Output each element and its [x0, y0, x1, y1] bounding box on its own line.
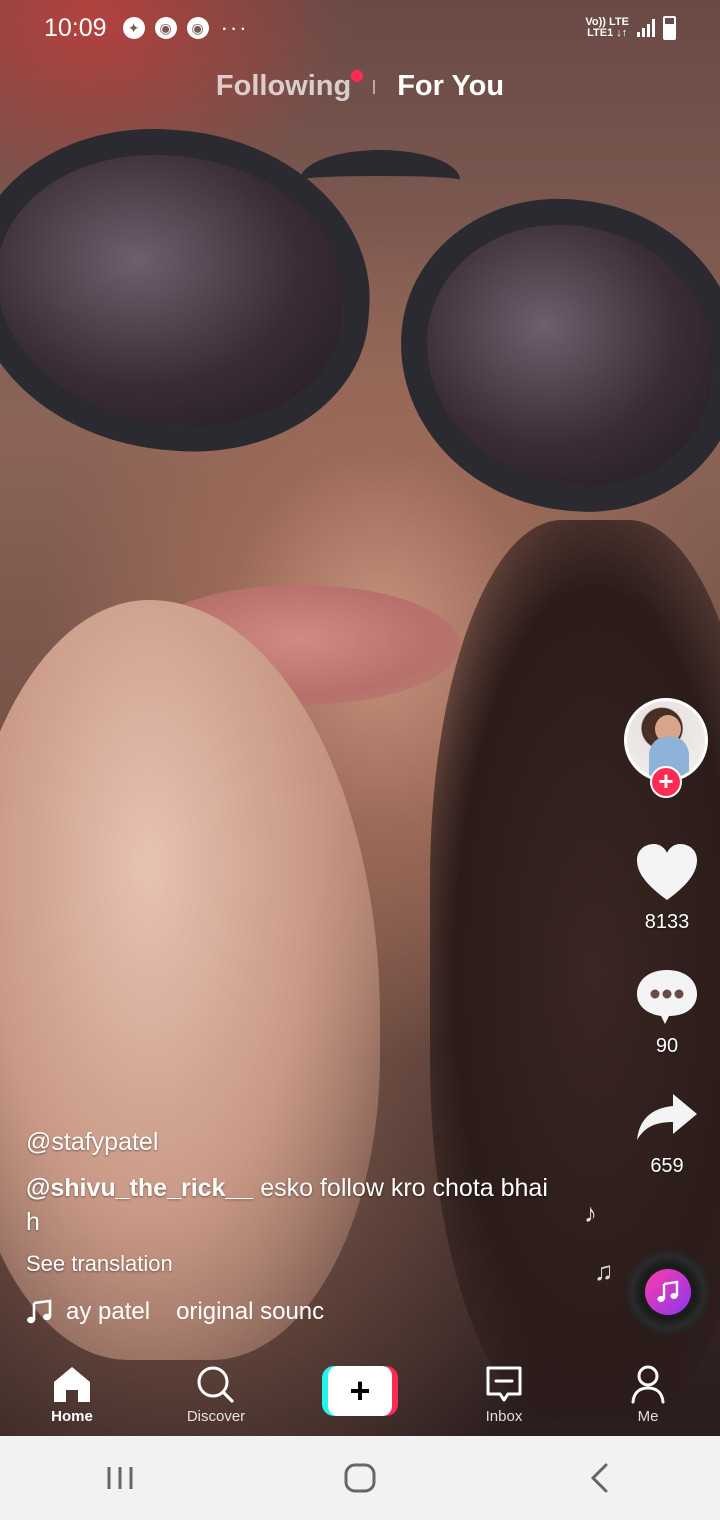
nav-me-label: Me	[637, 1408, 659, 1425]
more-notifications-icon: ···	[220, 15, 249, 40]
like-action: 8133	[617, 842, 717, 934]
nav-discover[interactable]: Discover	[161, 1364, 271, 1425]
nav-inbox-label: Inbox	[485, 1408, 523, 1425]
inbox-icon	[486, 1366, 522, 1402]
back-button[interactable]	[570, 1453, 630, 1503]
heart-icon[interactable]	[635, 842, 699, 902]
comment-action: 90	[617, 966, 717, 1058]
follow-button[interactable]: +	[650, 766, 682, 798]
recent-apps-button[interactable]	[90, 1453, 150, 1503]
notification-icons: ✦ ◉ ◉	[122, 17, 209, 39]
chrome-icon: ◉	[154, 17, 177, 39]
tab-for-you[interactable]: For You	[397, 70, 504, 103]
recent-apps-icon	[107, 1467, 133, 1489]
music-note-icon: ♪	[584, 1198, 597, 1228]
caption-text: @shivu_the_rick__ esko follow kro chota …	[26, 1171, 566, 1239]
bottom-navigation: Home Discover + Inbox Me	[0, 1354, 720, 1436]
chrome-icon: ◉	[186, 17, 209, 39]
back-chevron-icon	[590, 1463, 608, 1493]
comment-icon[interactable]	[635, 966, 699, 1026]
caption-mention[interactable]: @shivu_the_rick__	[26, 1174, 253, 1202]
sound-artist: ay patel	[66, 1298, 151, 1325]
comment-count: 90	[655, 1035, 679, 1057]
tab-following[interactable]: Following	[215, 70, 364, 103]
see-translation-link[interactable]: See translation	[26, 1251, 566, 1277]
search-icon	[197, 1366, 234, 1403]
video-content	[300, 150, 460, 210]
nav-home[interactable]: Home	[17, 1364, 127, 1425]
music-note-icon: ♫	[594, 1256, 614, 1286]
share-icon[interactable]	[635, 1090, 699, 1146]
home-icon	[54, 1367, 90, 1402]
video-content	[384, 183, 720, 527]
nav-me[interactable]: Me	[593, 1364, 703, 1425]
author-username[interactable]: @stafypatel	[26, 1128, 566, 1157]
system-status-icons: Vo)) LTE LTE1 ↓↑	[585, 16, 676, 40]
like-count: 8133	[644, 911, 690, 933]
tab-following-label: Following	[215, 70, 352, 102]
home-system-button[interactable]	[330, 1453, 390, 1503]
status-time: 10:09	[44, 13, 107, 42]
sound-info[interactable]: ay patel original sounc	[26, 1298, 346, 1326]
nav-home-label: Home	[51, 1408, 93, 1425]
tab-divider	[373, 79, 376, 94]
video-caption: @stafypatel @shivu_the_rick__ esko follo…	[26, 1128, 566, 1277]
sound-title: original sounc	[176, 1298, 325, 1325]
system-navigation-bar	[0, 1436, 720, 1520]
status-bar: 10:09 ✦ ◉ ◉ ··· Vo)) LTE LTE1 ↓↑	[0, 0, 720, 56]
create-button[interactable]: +	[322, 1366, 398, 1416]
share-count: 659	[650, 1155, 684, 1177]
plus-icon: +	[328, 1366, 392, 1416]
nav-discover-label: Discover	[186, 1408, 246, 1425]
new-content-dot	[351, 70, 364, 82]
creator-avatar-group: +	[624, 698, 708, 798]
music-note-icon	[645, 1269, 691, 1315]
nav-inbox[interactable]: Inbox	[449, 1364, 559, 1425]
camera-shutter-icon: ✦	[122, 17, 145, 39]
home-circle-icon	[344, 1463, 376, 1493]
sound-disc[interactable]	[626, 1250, 710, 1334]
share-action: 659	[617, 1090, 717, 1178]
battery-icon	[663, 16, 676, 40]
profile-icon	[631, 1365, 665, 1404]
nav-create[interactable]: +	[305, 1364, 415, 1416]
feed-tabs: Following For You	[0, 70, 720, 103]
signal-icon	[637, 19, 655, 37]
network-type-label: Vo)) LTE LTE1 ↓↑	[585, 16, 629, 39]
music-note-icon	[27, 1299, 52, 1324]
